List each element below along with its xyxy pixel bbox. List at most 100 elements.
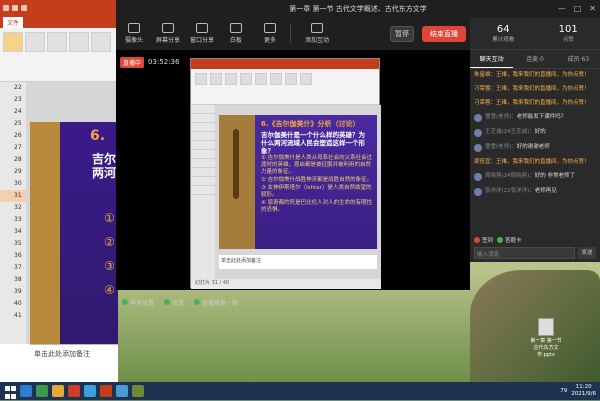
- shared-ppt-titlebar: [191, 59, 379, 69]
- slide-thumbnail[interactable]: 39: [0, 286, 26, 298]
- whiteboard-icon: [230, 22, 242, 33]
- send-button[interactable]: 发送: [578, 247, 596, 259]
- slide-thumbnail[interactable]: 24: [0, 106, 26, 118]
- undo-icon[interactable]: [12, 5, 18, 11]
- clock-time: 11:20: [575, 384, 592, 390]
- stat-label: 点赞: [562, 37, 574, 43]
- tab-members[interactable]: 成员·63: [557, 50, 600, 68]
- ppt-notes-pane[interactable]: 单击此处添加备注: [30, 344, 118, 382]
- slide-bullet-markers: ① ② ③ ④: [104, 211, 115, 297]
- browser-icon[interactable]: [20, 385, 32, 397]
- maximize-button[interactable]: □: [574, 4, 582, 13]
- slide-thumbnail[interactable]: 26: [0, 130, 26, 142]
- clock[interactable]: 11:20 2021/9/6: [571, 384, 596, 398]
- powerpoint-icon[interactable]: [100, 385, 112, 397]
- ppt-tab-strip: 文件: [0, 16, 117, 28]
- ribbon-icon: [210, 73, 222, 85]
- save-icon[interactable]: [3, 5, 9, 11]
- tool-whiteboard[interactable]: 白板: [222, 22, 250, 44]
- ribbon-icon: [270, 73, 282, 85]
- slide-thumbnail[interactable]: 23: [0, 94, 26, 106]
- stats-bar: 64 累计观看 101 点赞: [470, 18, 600, 50]
- tool-more[interactable]: 更多: [256, 22, 284, 44]
- tool-screen-share[interactable]: 屏幕分享: [154, 22, 182, 44]
- powerpoint-window[interactable]: 文件 22 23 24 25 26 27 28 29 30 31 32 33 34 35 36 37 38 39 4…: [0, 0, 118, 382]
- new-slide-button[interactable]: [25, 32, 45, 52]
- tab-file[interactable]: 文件: [3, 17, 24, 28]
- slide-thumbnail[interactable]: 27: [0, 142, 26, 154]
- tab-mic-link[interactable]: 连麦·0: [513, 50, 556, 68]
- shared-screen-view: 直播中 03:52:36 6.《吉尔伽美什》分析（讨论） 吉尔伽美什是一个什么样…: [116, 50, 470, 290]
- slide-thumbnail[interactable]: 35: [0, 238, 26, 250]
- sound-settings-label: 声音设置: [130, 299, 155, 307]
- answer-card-button[interactable]: 答题卡: [497, 236, 522, 244]
- live-app-icon[interactable]: [116, 385, 128, 397]
- slide-bullet: ③ 女神伊斯塔尔（Ishtar）是人类自然欲望的赋形。: [261, 185, 372, 198]
- app-icon[interactable]: [84, 385, 96, 397]
- chat-sender: 刁荣蓉：: [474, 100, 497, 106]
- redo-icon[interactable]: [21, 5, 27, 11]
- minimize-button[interactable]: —: [558, 4, 566, 13]
- chat-sender: 曹雪(老师)：: [485, 114, 517, 120]
- live-window-title: 第一章 第一节 古代文学概述、古代东方文学: [289, 5, 427, 13]
- app-icon[interactable]: [68, 385, 80, 397]
- slide-thumbnail[interactable]: 30: [0, 178, 26, 190]
- slide-thumbnail[interactable]: 32: [0, 202, 26, 214]
- slide-thumbnail[interactable]: 37: [0, 262, 26, 274]
- bold-button[interactable]: [69, 32, 89, 52]
- stat-value: 64: [496, 24, 510, 35]
- screen-share-icon: [162, 22, 174, 33]
- slide-thumbnail[interactable]: 36: [0, 250, 26, 262]
- slide-title-fragment: 吉尔 两河: [92, 152, 117, 180]
- checkin-button[interactable]: 签到: [474, 236, 493, 244]
- end-live-button[interactable]: 结束直播: [422, 26, 466, 42]
- slide-thumbnail[interactable]: 25: [0, 118, 26, 130]
- chat-sender: 曹雪(老师)：: [485, 144, 517, 150]
- shared-ppt-window: 6.《吉尔伽美什》分析（讨论） 吉尔伽美什是一个什么样的英雄？为什么两河流域人民…: [190, 58, 381, 289]
- chat-text: 王维，我来我们的直播间，为你点赞！: [496, 159, 590, 165]
- tool-camera[interactable]: 摄像头: [120, 22, 148, 44]
- tool-add-interaction[interactable]: 添加互动: [297, 22, 337, 44]
- live-stream-window[interactable]: 第一章 第一节 古代文学概述、古代东方文学 — □ ✕ 摄像头 屏幕分享 窗口分享 白…: [116, 0, 600, 307]
- slide-thumbnail[interactable]: 34: [0, 226, 26, 238]
- avatar: [474, 188, 482, 196]
- ribbon-icon: [240, 73, 252, 85]
- pause-button[interactable]: 暂停: [390, 26, 414, 42]
- sound-settings-button[interactable]: 声音设置: [122, 298, 154, 307]
- live-toolbar: 摄像头 屏幕分享 窗口分享 白板 更多 添加互动: [116, 18, 470, 48]
- avatar: [474, 114, 482, 122]
- app-icon[interactable]: [132, 385, 144, 397]
- slide-thumbnail-panel[interactable]: 22 23 24 25 26 27 28 29 30 31 32 33 34 35 36 37 38 39 40 41: [0, 82, 26, 344]
- chat-list[interactable]: 朱星维：王维，我来我们的直播间，为你点赞！ 刁荣蓉：王维，我来我们的直播间，为你点…: [470, 69, 600, 245]
- slide-thumbnail[interactable]: 31: [0, 190, 26, 202]
- slide-thumbnail[interactable]: 28: [0, 154, 26, 166]
- close-button[interactable]: ✕: [589, 4, 596, 13]
- slide-thumbnail[interactable]: 29: [0, 166, 26, 178]
- tab-chat[interactable]: 聊天互动: [470, 50, 514, 68]
- slide-thumbnail[interactable]: 41: [0, 310, 26, 322]
- chat-text: 好的: [534, 129, 546, 135]
- settings-button[interactable]: 设置: [164, 298, 184, 307]
- ppt-current-slide[interactable]: 6. 吉尔 两河 ① ② ③ ④: [30, 122, 118, 380]
- slide-thumbnail[interactable]: 38: [0, 274, 26, 286]
- chat-sender: 张洋洋(22张洋洋)：: [485, 188, 535, 194]
- gear-icon: [164, 299, 171, 305]
- slide-thumbnail[interactable]: 33: [0, 214, 26, 226]
- tool-window-share[interactable]: 窗口分享: [188, 22, 216, 44]
- folder-icon[interactable]: [52, 385, 64, 397]
- avatar: [474, 144, 482, 152]
- slide-thumbnail[interactable]: 22: [0, 82, 26, 94]
- chat-input[interactable]: 输入消息: [474, 247, 575, 259]
- windows-start-icon[interactable]: [4, 385, 16, 399]
- font-color-button[interactable]: [91, 32, 111, 52]
- answer-card-icon: [497, 237, 504, 243]
- paste-button[interactable]: [3, 32, 23, 52]
- browser-icon[interactable]: [36, 385, 48, 397]
- ribbon-icon: [225, 73, 237, 85]
- layout-button[interactable]: [47, 32, 67, 52]
- battery-indicator[interactable]: 79: [560, 388, 567, 394]
- add-interaction-icon: [311, 22, 323, 33]
- desktop-file-icon[interactable]: 第一章 第一节 古代东方文学.pptx: [530, 318, 562, 358]
- chat-footer: 签到 答题卡 输入消息 发送: [470, 236, 600, 259]
- slide-thumbnail[interactable]: 40: [0, 298, 26, 310]
